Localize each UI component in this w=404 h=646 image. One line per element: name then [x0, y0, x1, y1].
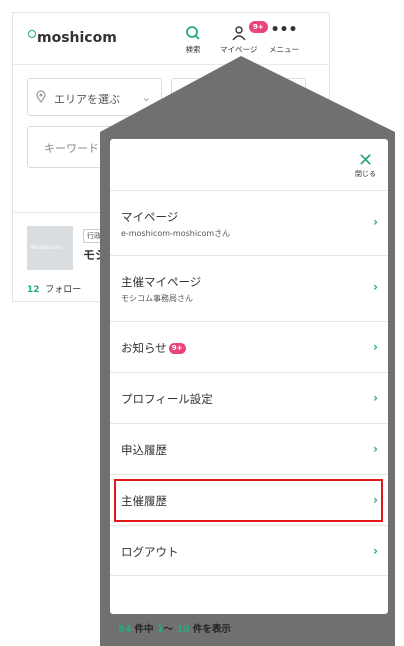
- menu-item-notifications[interactable]: お知らせ 9+ ›: [110, 321, 388, 372]
- menu-modal: ✕ 閉じる マイページ e-moshicom-moshicomさん › 主催マイ…: [110, 139, 388, 614]
- chevron-right-icon: ›: [373, 215, 378, 229]
- close-label: 閉じる: [355, 170, 376, 178]
- menu-item-application-history[interactable]: 申込履歴 ›: [110, 423, 388, 474]
- close-button[interactable]: ✕ 閉じる: [355, 150, 376, 179]
- menu-item-organizer-mypage[interactable]: 主催マイページ モシコム事務局さん ›: [110, 255, 388, 321]
- highlight-box: [114, 479, 383, 522]
- results-count: 84 件中 1〜 10 件を表示: [118, 624, 231, 635]
- notification-badge: 9+: [168, 343, 186, 354]
- chevron-right-icon: ›: [373, 442, 378, 456]
- menu-item-logout[interactable]: ログアウト ›: [110, 525, 388, 576]
- chevron-right-icon: ›: [373, 340, 378, 354]
- close-icon: ✕: [357, 150, 374, 171]
- menu-item-mypage[interactable]: マイページ e-moshicom-moshicomさん ›: [110, 190, 388, 255]
- chevron-right-icon: ›: [373, 544, 378, 558]
- chevron-right-icon: ›: [373, 280, 378, 294]
- chevron-right-icon: ›: [373, 391, 378, 405]
- menu-item-profile-settings[interactable]: プロフィール設定 ›: [110, 372, 388, 423]
